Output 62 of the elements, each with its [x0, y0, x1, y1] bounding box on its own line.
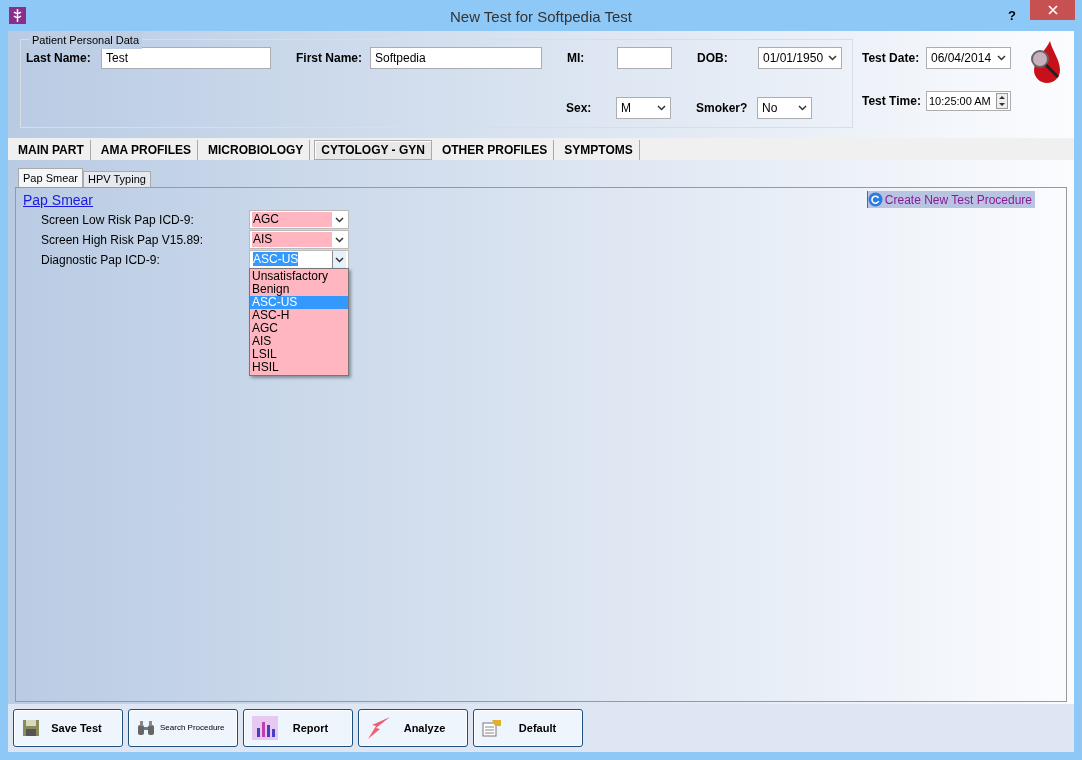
- text-field[interactable]: Test: [101, 47, 271, 69]
- close-button[interactable]: [1030, 0, 1075, 20]
- toolbar-button[interactable]: Save Test: [13, 709, 123, 747]
- chevron-down-icon: [334, 216, 344, 223]
- time-picker[interactable]: 10:25:00 AM: [926, 91, 1011, 111]
- toolbar-button[interactable]: Search Procedure: [128, 709, 238, 747]
- main-tab[interactable]: SYMPTOMS: [558, 140, 640, 160]
- text-field[interactable]: [617, 47, 672, 69]
- date-picker[interactable]: 06/04/2014: [926, 47, 1011, 69]
- field-label: Test Date:: [862, 50, 921, 67]
- main-tab[interactable]: OTHER PROFILES: [435, 140, 555, 160]
- main-tab[interactable]: AMA PROFILES: [94, 140, 198, 160]
- dropdown-field[interactable]: M: [616, 97, 671, 119]
- field-label: Test Time:: [862, 93, 922, 110]
- text-field[interactable]: Softpedia: [370, 47, 542, 69]
- document-icon: [482, 719, 502, 737]
- chevron-down-icon: [657, 105, 666, 111]
- caduceus-icon: [9, 7, 26, 24]
- sub-tab[interactable]: HPV Typing: [83, 171, 151, 187]
- field-label: MI:: [567, 50, 586, 67]
- field-label: First Name:: [296, 50, 364, 67]
- sub-tab[interactable]: Pap Smear: [18, 168, 84, 187]
- chevron-down-icon: [334, 236, 344, 243]
- refresh-icon: [867, 192, 883, 207]
- spinner-icon: [996, 93, 1008, 109]
- field-label: DOB:: [697, 50, 729, 67]
- toolbar-button[interactable]: Default: [473, 709, 583, 747]
- field-label: Screen Low Risk Pap ICD-9:: [41, 211, 195, 229]
- help-button[interactable]: ?: [1008, 5, 1016, 26]
- chevron-down-icon: [335, 256, 344, 263]
- main-tab[interactable]: MICROBIOLOGY: [202, 140, 311, 160]
- dropdown-option[interactable]: HSIL: [250, 361, 348, 374]
- group-title: Patient Personal Data: [29, 32, 142, 49]
- field-label: Sex:: [566, 100, 593, 117]
- toolbar-button[interactable]: Analyze: [358, 709, 468, 747]
- create-procedure-link[interactable]: Create New Test Procedure: [866, 191, 1035, 208]
- window-title: New Test for Softpedia Test: [448, 7, 633, 27]
- field-label: Diagnostic Pap ICD-9:: [41, 251, 161, 269]
- chevron-down-icon: [828, 55, 837, 61]
- dropdown-option[interactable]: Benign: [250, 283, 348, 296]
- main-tab[interactable]: MAIN PART: [12, 140, 91, 160]
- dropdown-field[interactable]: 01/01/1950: [758, 47, 842, 69]
- binoculars-icon: [137, 720, 155, 736]
- field-label: Screen High Risk Pap V15.89:: [41, 231, 205, 249]
- field-label: Last Name:: [26, 50, 92, 67]
- chevron-down-icon: [798, 105, 807, 111]
- main-tab[interactable]: CYTOLOGY - GYN: [314, 140, 432, 160]
- dropdown-option[interactable]: LSIL: [250, 348, 348, 361]
- dropdown-option[interactable]: Unsatisfactory: [250, 270, 348, 283]
- dropdown-option[interactable]: AGC: [250, 322, 348, 335]
- dropdown-option[interactable]: AIS: [250, 335, 348, 348]
- lightning-icon: [367, 716, 391, 740]
- dropdown-field[interactable]: AIS: [249, 230, 349, 249]
- dropdown-option[interactable]: ASC-H: [250, 309, 348, 322]
- toolbar-button[interactable]: Report: [243, 709, 353, 747]
- chevron-down-icon: [997, 55, 1006, 61]
- dropdown-field[interactable]: AGC: [249, 210, 349, 229]
- section-link[interactable]: Pap Smear: [23, 190, 94, 211]
- field-label: Smoker?: [696, 100, 749, 117]
- bar-chart-icon: [252, 716, 278, 740]
- close-icon: [1047, 5, 1058, 15]
- dropdown-field[interactable]: No: [757, 97, 812, 119]
